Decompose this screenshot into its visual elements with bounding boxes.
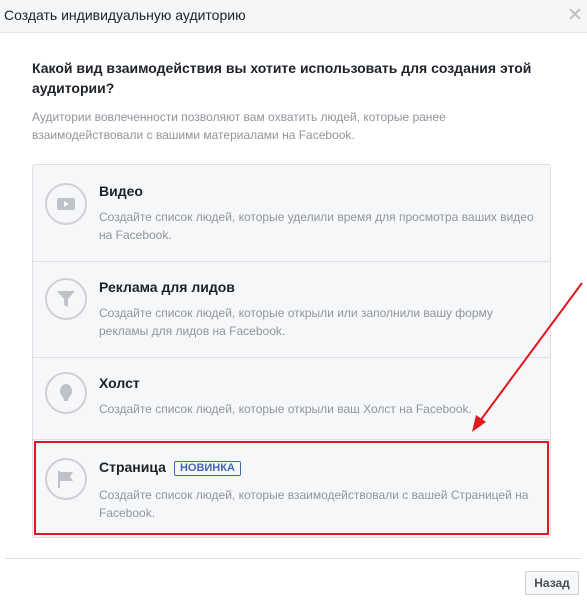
- funnel-icon: [45, 278, 87, 320]
- video-play-icon: [45, 183, 87, 225]
- option-video[interactable]: Видео Создайте список людей, которые уде…: [33, 165, 550, 261]
- option-title: Реклама для лидов: [99, 279, 235, 295]
- highlight-box: [34, 441, 549, 535]
- option-description: Создайте список людей, которые открыли в…: [99, 402, 472, 416]
- dialog-header: Создать индивидуальную аудиторию: [0, 0, 587, 33]
- option-description: Создайте список людей, которые открыли и…: [99, 306, 493, 338]
- option-title: Видео: [99, 183, 143, 199]
- footer-divider: [5, 558, 581, 559]
- option-lead-ads[interactable]: Реклама для лидов Создайте список людей,…: [33, 261, 550, 357]
- engagement-description: Аудитории вовлеченности позволяют вам ох…: [32, 110, 446, 142]
- option-title: Холст: [99, 375, 140, 391]
- balloon-icon: [45, 372, 87, 414]
- close-icon[interactable]: [568, 7, 582, 21]
- dialog-title: Создать индивидуальную аудиторию: [4, 7, 246, 23]
- option-canvas[interactable]: Холст Создайте список людей, которые отк…: [33, 357, 550, 439]
- option-description: Создайте список людей, которые уделили в…: [99, 210, 534, 242]
- question-heading: Какой вид взаимодействия вы хотите испол…: [32, 60, 532, 96]
- back-button[interactable]: Назад: [525, 571, 579, 595]
